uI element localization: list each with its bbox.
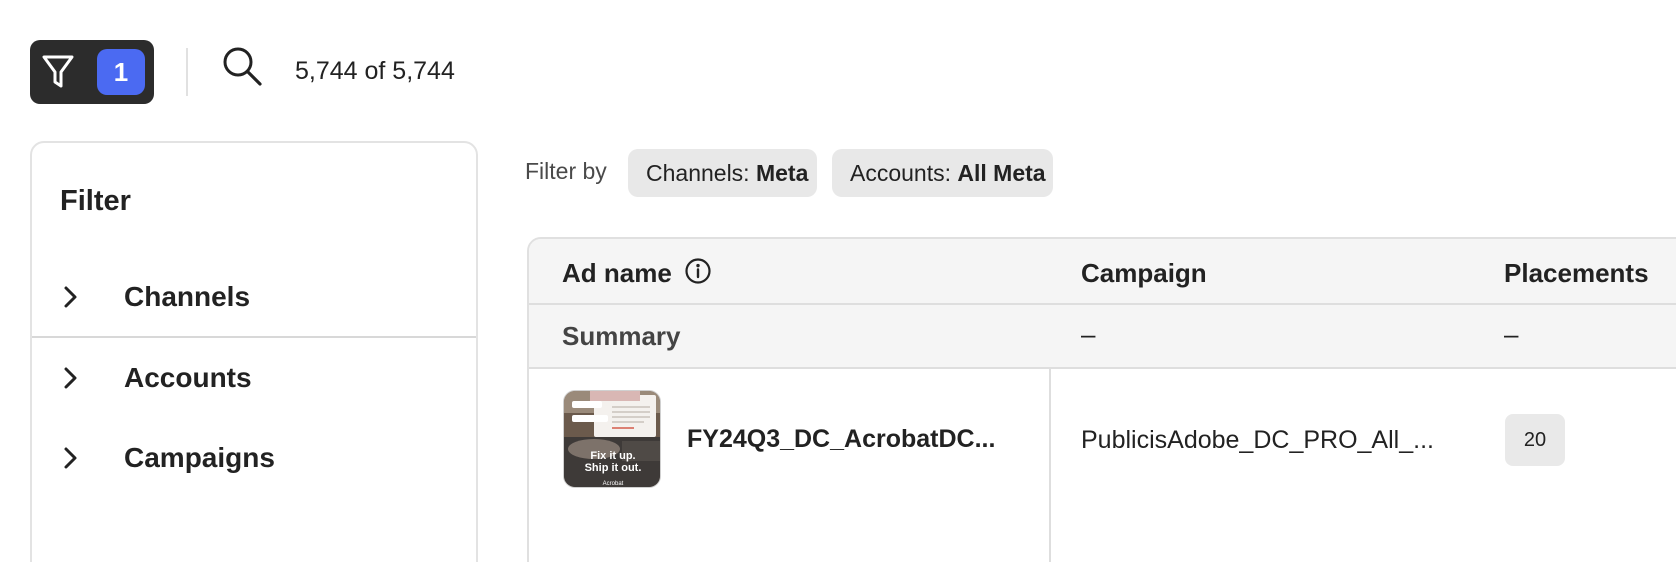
filter-chip-accounts[interactable]: Accounts: All Meta (832, 149, 1053, 197)
filter-panel-divider (32, 336, 476, 338)
column-header-ad-name[interactable]: Ad name (562, 258, 672, 289)
column-divider (1049, 369, 1051, 562)
placements-count-pill[interactable]: 20 (1505, 414, 1565, 466)
filter-panel-title: Filter (60, 185, 131, 217)
ad-name-link[interactable]: FY24Q3_DC_AcrobatDC... (687, 425, 995, 454)
search-icon[interactable] (220, 44, 264, 88)
summary-campaign-value: – (1081, 319, 1096, 349)
summary-label: Summary (562, 321, 681, 351)
chevron-right-icon (64, 447, 77, 469)
chip-value: All Meta (957, 159, 1046, 186)
ads-table: Ad name Campaign Placements Summary – – … (527, 237, 1676, 562)
filter-section-campaigns[interactable]: Campaigns (32, 423, 476, 493)
funnel-icon (42, 55, 74, 88)
column-header-campaign[interactable]: Campaign (1081, 258, 1207, 289)
result-count: 5,744 of 5,744 (295, 57, 455, 85)
chevron-right-icon (64, 367, 77, 389)
summary-placements-value: – (1504, 319, 1519, 349)
info-icon[interactable] (684, 257, 712, 285)
filter-section-channels[interactable]: Channels (32, 262, 476, 332)
chevron-right-icon (64, 286, 77, 308)
filter-section-accounts[interactable]: Accounts (32, 343, 476, 413)
filter-panel: Filter Channels Accounts Campaigns (30, 141, 478, 562)
filter-section-label: Campaigns (124, 442, 275, 473)
filter-toggle-button[interactable]: 1 (30, 40, 154, 104)
filter-section-label: Channels (124, 281, 251, 312)
thumbnail-headline-2: Ship it out. (585, 462, 642, 474)
chip-value: Meta (755, 159, 809, 186)
thumbnail-brand: Acrobat (603, 481, 624, 487)
thumbnail-headline-1: Fix it up. (590, 450, 635, 462)
chip-key: Accounts: (850, 159, 958, 186)
column-header-placements[interactable]: Placements (1504, 258, 1649, 289)
chip-key: Channels: (646, 159, 756, 186)
filter-section-label: Accounts (124, 362, 252, 393)
ad-thumbnail[interactable]: Fix it up. Ship it out. Acrobat (563, 390, 661, 488)
filter-chip-channels[interactable]: Channels: Meta (628, 149, 817, 197)
active-filter-count-badge: 1 (97, 49, 145, 95)
filter-by-label: Filter by (525, 158, 607, 184)
table-row[interactable] (529, 369, 1676, 562)
ad-campaign: PublicisAdobe_DC_PRO_All_... (1081, 426, 1434, 454)
ad-thumbnail-image: Fix it up. Ship it out. Acrobat (564, 391, 660, 487)
toolbar-divider (186, 48, 188, 96)
